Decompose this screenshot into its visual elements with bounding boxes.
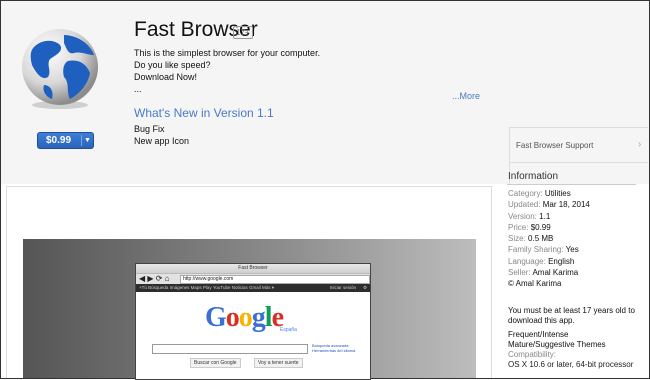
search-link: Herramientas del idioma <box>312 348 356 353</box>
info-row-updated: Updated: Mar 18, 2014 <box>508 200 590 210</box>
google-search-button: Buscar con Google <box>190 358 241 368</box>
browser-toolbar: ◀ ▶ ⟳ ⌂ http://www.google.com <box>136 273 370 284</box>
compatibility-label: Compatibility: <box>508 350 557 359</box>
more-link[interactable]: ...More <box>452 91 480 101</box>
price-label: $0.99 <box>46 135 72 146</box>
chevron-down-icon[interactable]: ▼ <box>84 133 91 148</box>
description-line: Download Now! <box>134 72 198 82</box>
google-search-links: Búsqueda avanzada Herramientas del idiom… <box>312 343 355 353</box>
google-nav-items: +Tú Búsqueda Imágenes Maps Play YouTube … <box>139 285 275 290</box>
release-note: New app Icon <box>134 136 190 146</box>
divider <box>510 127 648 128</box>
description-line: ... <box>134 84 142 94</box>
info-row-seller: Seller: Amal Karima <box>508 268 579 278</box>
info-row-category: Category: Utilities <box>508 189 571 198</box>
release-note: Bug Fix <box>134 124 165 134</box>
chevron-right-icon[interactable]: › <box>638 139 641 150</box>
divider <box>507 184 636 185</box>
copyright: © Amal Karima <box>508 279 562 289</box>
app-description: This is the simplest browser for your co… <box>134 47 320 95</box>
whats-new-title: What's New in Version 1.1 <box>134 106 274 120</box>
info-row-language: Language: English <box>508 256 575 266</box>
google-logo-sub: España <box>280 327 297 333</box>
info-row-price: Price: $0.99 <box>508 222 551 232</box>
content-ratings: Frequent/Intense Mature/Suggestive Theme… <box>508 330 606 350</box>
compatibility: Compatibility: OS X 10.6 or later, 64-bi… <box>508 350 633 370</box>
buy-price-button[interactable]: $0.99 ▼ <box>37 132 94 149</box>
google-logo: Google <box>205 302 284 333</box>
age-note: You must be at least 17 years old to dow… <box>508 306 635 325</box>
info-row-size: Size: 0.5 MB <box>508 234 554 244</box>
gear-icon: ⚙ <box>362 285 367 290</box>
rating-line: Mature/Suggestive Themes <box>508 340 606 349</box>
browser-title: Fast Browser <box>136 264 370 273</box>
google-nav-bar: +Tú Búsqueda Imágenes Maps Play YouTube … <box>136 284 370 292</box>
compatibility-value: OS X 10.6 or later, 64-bit processor <box>508 360 634 369</box>
nav-icons: ◀ ▶ ⟳ ⌂ <box>139 274 170 283</box>
rating-line: Frequent/Intense <box>508 330 569 339</box>
description-line: This is the simplest browser for your co… <box>134 48 321 58</box>
information-list: Category: Utilities Updated: Mar 18, 201… <box>508 188 590 290</box>
google-lucky-button: Voy a tener suerte <box>254 358 303 368</box>
screenshot-panel: Fast Browser ◀ ▶ ⟳ ⌂ http://www.google.c… <box>6 186 492 380</box>
divider <box>510 162 648 163</box>
google-search-box <box>152 344 308 354</box>
app-screenshot[interactable]: Fast Browser ◀ ▶ ⟳ ⌂ http://www.google.c… <box>23 239 476 380</box>
whats-new-notes: Bug Fix New app Icon <box>134 123 189 147</box>
address-bar: http://www.google.com <box>180 275 370 284</box>
app-globe-icon <box>20 25 100 110</box>
google-signin: Iniciar sesión <box>329 285 356 290</box>
information-heading: Information <box>508 171 559 182</box>
info-row-family-sharing: Family Sharing: Yes <box>508 245 579 255</box>
description-line: Do you like speed? <box>134 60 211 70</box>
browser-window-preview: Fast Browser ◀ ▶ ⟳ ⌂ http://www.google.c… <box>135 263 371 380</box>
support-link[interactable]: Fast Browser Support <box>516 141 593 150</box>
button-separator <box>81 135 82 146</box>
info-row-version: Version: 1.1 <box>508 211 551 221</box>
age-rating-badge: 17+ <box>233 26 253 39</box>
